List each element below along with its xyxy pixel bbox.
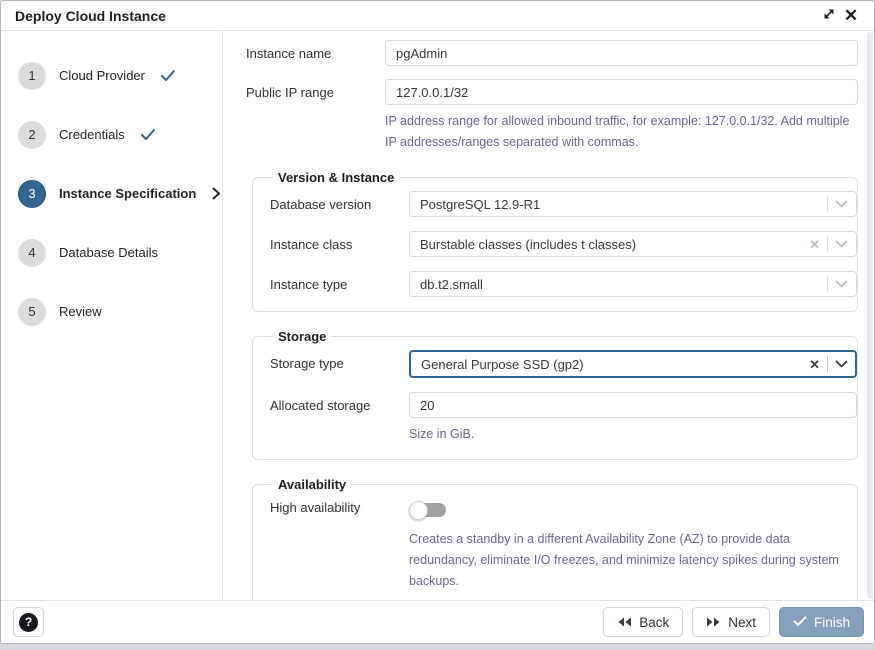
form-scrollbar[interactable] [867, 32, 873, 599]
instance-type-label: Instance type [270, 271, 409, 292]
high-availability-toggle[interactable] [409, 501, 446, 519]
back-icon [617, 615, 632, 630]
step-label: Database Details [59, 245, 158, 260]
step-label: Credentials [59, 127, 125, 142]
toggle-knob [409, 501, 428, 520]
instance-class-row: Instance class ✕ [270, 231, 857, 257]
version-instance-legend: Version & Instance [273, 170, 399, 185]
step-complete-check-icon [160, 69, 176, 82]
chevron-down-icon[interactable] [835, 280, 848, 288]
wizard-step-credentials[interactable]: 2 Credentials [1, 105, 222, 164]
back-button[interactable]: Back [603, 607, 683, 637]
instance-type-row: Instance type [270, 271, 857, 297]
instance-type-value[interactable] [409, 271, 857, 297]
database-version-value[interactable] [409, 191, 857, 217]
wizard-step-instance-specification[interactable]: 3 Instance Specification [1, 164, 222, 223]
dialog-body: 1 Cloud Provider 2 Credentials 3 Instanc… [1, 31, 874, 600]
clear-selection-icon[interactable]: ✕ [809, 238, 820, 251]
instance-class-value[interactable] [409, 231, 857, 257]
back-button-label: Back [639, 615, 669, 630]
chevron-down-icon[interactable] [835, 240, 848, 248]
storage-type-label: Storage type [270, 350, 409, 371]
allocated-storage-label: Allocated storage [270, 392, 409, 413]
maximize-icon [822, 7, 836, 24]
step-complete-check-icon [140, 128, 156, 141]
wizard-step-cloud-provider[interactable]: 1 Cloud Provider [1, 46, 222, 105]
step-number-badge: 3 [18, 180, 46, 208]
chevron-down-icon[interactable] [835, 200, 848, 208]
public-ip-input[interactable] [385, 79, 858, 105]
wizard-step-database-details[interactable]: 4 Database Details [1, 223, 222, 282]
next-button-label: Next [728, 615, 756, 630]
chevron-down-icon[interactable] [835, 360, 848, 368]
next-icon [706, 615, 721, 630]
public-ip-label: Public IP range [246, 79, 385, 100]
storage-type-select[interactable]: ✕ [409, 350, 857, 378]
combo-separator [827, 236, 828, 252]
allocated-storage-help-text: Size in GiB. [409, 424, 857, 445]
combo-separator [827, 356, 828, 372]
database-version-select[interactable] [409, 191, 857, 217]
finish-check-icon [793, 615, 807, 630]
step-number-badge: 5 [18, 298, 46, 326]
dialog-title: Deploy Cloud Instance [15, 8, 818, 24]
maximize-button[interactable] [818, 5, 840, 27]
instance-name-row: Instance name [246, 40, 858, 66]
high-availability-help-text: Creates a standby in a different Availab… [409, 529, 857, 592]
instance-name-label: Instance name [246, 40, 385, 61]
public-ip-row: Public IP range IP address range for all… [246, 79, 858, 153]
instance-class-label: Instance class [270, 231, 409, 252]
storage-type-value[interactable] [409, 350, 857, 378]
combo-separator [827, 276, 828, 292]
finish-button[interactable]: Finish [779, 607, 864, 637]
wizard-step-list: 1 Cloud Provider 2 Credentials 3 Instanc… [1, 31, 223, 600]
public-ip-help-text: IP address range for allowed inbound tra… [385, 111, 858, 153]
high-availability-row: High availability Creates a standby in a… [270, 498, 857, 592]
version-instance-fieldset: Version & Instance Database version [252, 170, 858, 312]
close-icon: ✕ [844, 7, 858, 24]
clear-selection-icon[interactable]: ✕ [809, 358, 820, 371]
step-number-badge: 2 [18, 121, 46, 149]
availability-legend: Availability [273, 477, 351, 492]
step-label: Review [59, 304, 102, 319]
wizard-step-review[interactable]: 5 Review [1, 282, 222, 341]
instance-type-select[interactable] [409, 271, 857, 297]
high-availability-label: High availability [270, 498, 409, 515]
instance-specification-form: Instance name Public IP range IP address… [223, 31, 874, 600]
instance-class-select[interactable]: ✕ [409, 231, 857, 257]
step-number-badge: 4 [18, 239, 46, 267]
database-version-label: Database version [270, 191, 409, 212]
instance-name-input[interactable] [385, 40, 858, 66]
step-label: Instance Specification [59, 186, 196, 201]
storage-legend: Storage [273, 329, 331, 344]
step-number-badge: 1 [18, 62, 46, 90]
step-current-chevron-icon [212, 187, 221, 200]
availability-fieldset: Availability High availability Creates a… [252, 477, 858, 600]
allocated-storage-row: Allocated storage Size in GiB. [270, 392, 857, 445]
storage-fieldset: Storage Storage type ✕ [252, 329, 858, 460]
storage-type-row: Storage type ✕ [270, 350, 857, 378]
allocated-storage-input[interactable] [409, 392, 857, 418]
help-button[interactable]: ? [13, 607, 44, 637]
combo-separator [827, 196, 828, 212]
dialog-header: Deploy Cloud Instance ✕ [1, 1, 874, 31]
database-version-row: Database version [270, 191, 857, 217]
help-icon: ? [19, 613, 38, 632]
close-button[interactable]: ✕ [840, 5, 862, 27]
deploy-cloud-instance-dialog: Deploy Cloud Instance ✕ 1 Cloud Provider [0, 0, 875, 644]
step-label: Cloud Provider [59, 68, 145, 83]
finish-button-label: Finish [814, 615, 850, 630]
next-button[interactable]: Next [692, 607, 770, 637]
dialog-footer: ? Back Next Finish [1, 600, 874, 643]
